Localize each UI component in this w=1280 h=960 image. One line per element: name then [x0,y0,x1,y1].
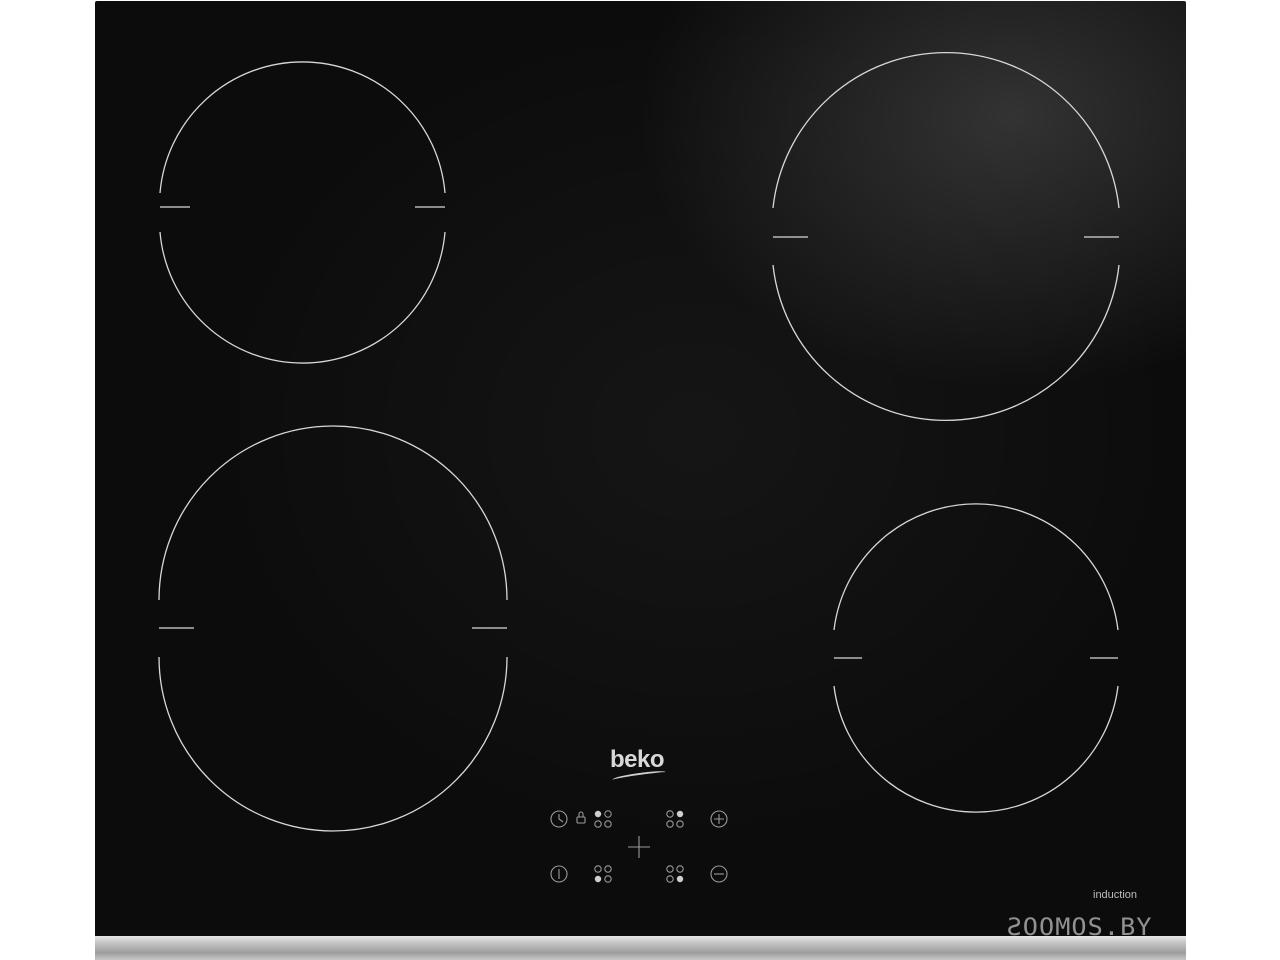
watermark: ƧOOMOS.BY [1006,913,1153,941]
cooking-zone-front-right[interactable] [833,503,1119,813]
cooktop-markings [158,52,1120,883]
cooking-zone-rear-right[interactable] [772,52,1120,421]
cooking-zone-rear-left[interactable] [159,61,446,364]
zone-selector-icon[interactable] [594,865,612,883]
zone-selector-icon[interactable] [594,810,612,828]
plus-icon[interactable] [710,810,728,828]
power-icon[interactable] [550,865,568,883]
zone-selector-icon[interactable] [666,865,684,883]
minus-icon[interactable] [710,865,728,883]
cooking-zone-front-left[interactable] [158,425,508,832]
lock-icon[interactable] [576,811,586,824]
zone-selector-icon[interactable] [666,810,684,828]
cross-icon [628,836,650,858]
brand-logo: beko [610,746,665,773]
induction-label: induction [1093,889,1138,901]
timer-icon[interactable] [550,810,568,828]
